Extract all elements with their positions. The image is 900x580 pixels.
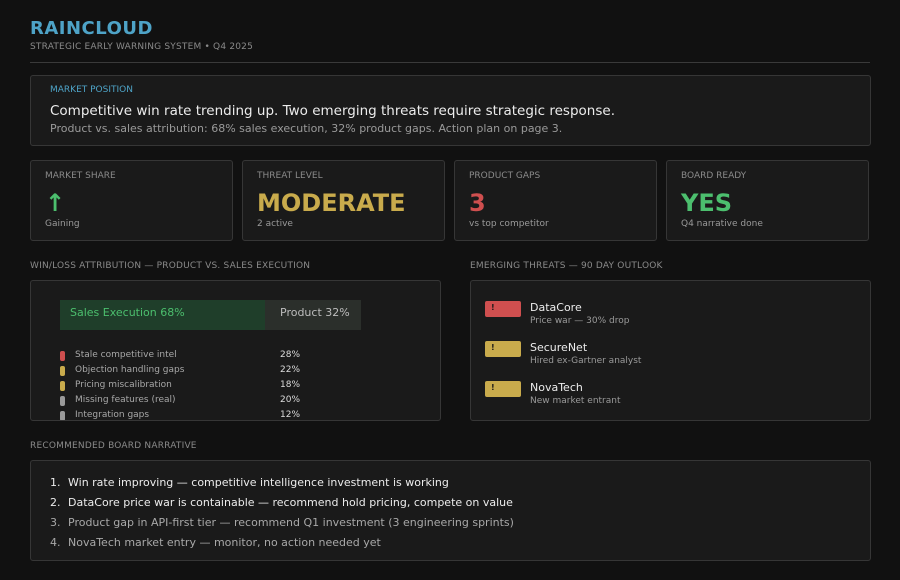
market-position-detail: Product vs. sales attribution: 68% sales… <box>50 122 563 135</box>
threat-name: SecureNet <box>530 341 588 354</box>
attribution-row-pct: 22% <box>280 365 301 375</box>
market-position-headline: Competitive win rate trending up. Two em… <box>50 103 615 119</box>
kpi-label: BOARD READY <box>681 171 747 181</box>
narrative-item: 3. Product gap in API-first tier — recomm… <box>50 516 514 529</box>
attribution-row-pct: 28% <box>280 350 301 360</box>
kpi-label: THREAT LEVEL <box>257 171 323 181</box>
market-position-panel: MARKET POSITION Competitive win rate tre… <box>30 75 871 146</box>
attribution-row-label: Pricing miscalibration <box>75 380 172 390</box>
kpi-card-board-ready: BOARD READY YES Q4 narrative done <box>666 160 869 241</box>
page-subtitle: STRATEGIC EARLY WARNING SYSTEM • Q4 2025 <box>30 42 254 52</box>
alert-badge-icon: ! <box>485 341 521 357</box>
sales-execution-bar: Sales Execution 68% <box>60 300 265 330</box>
kpi-card-product-gaps: PRODUCT GAPS 3 vs top competitor <box>454 160 657 241</box>
attribution-row-label: Integration gaps <box>75 410 150 420</box>
attribution-panel: Sales Execution 68% Product 32% Stale co… <box>30 280 441 421</box>
kpi-caption: vs top competitor <box>469 219 549 229</box>
trend-up-icon: ↑ <box>45 189 66 217</box>
alert-badge-icon: ! <box>485 301 521 317</box>
status-dot-icon <box>60 381 65 391</box>
attribution-row-label: Objection handling gaps <box>75 365 185 375</box>
kpi-caption: 2 active <box>257 219 293 229</box>
threat-description: Price war — 30% drop <box>530 316 630 326</box>
kpi-label: PRODUCT GAPS <box>469 171 541 181</box>
threats-panel: ! DataCore Price war — 30% drop ! Secure… <box>470 280 871 421</box>
threat-name: NovaTech <box>530 381 583 394</box>
narrative-section-label: RECOMMENDED BOARD NARRATIVE <box>30 441 197 451</box>
market-position-label: MARKET POSITION <box>50 85 133 95</box>
kpi-caption: Q4 narrative done <box>681 219 763 229</box>
narrative-item: 2. DataCore price war is containable — re… <box>50 496 513 509</box>
kpi-card-market-share: MARKET SHARE ↑ Gaining <box>30 160 233 241</box>
narrative-item: 1. Win rate improving — competitive intel… <box>50 476 449 489</box>
narrative-panel: 1. Win rate improving — competitive intel… <box>30 460 871 561</box>
kpi-value: 3 <box>469 189 486 217</box>
threat-description: Hired ex-Gartner analyst <box>530 356 642 366</box>
attribution-section-label: WIN/LOSS ATTRIBUTION — PRODUCT VS. SALES… <box>30 261 311 271</box>
attribution-row-pct: 18% <box>280 380 301 390</box>
narrative-text: DataCore price war is containable — reco… <box>68 496 513 509</box>
status-dot-icon <box>60 396 65 406</box>
attribution-row-pct: 20% <box>280 395 301 405</box>
status-dot-icon <box>60 351 65 361</box>
kpi-label: MARKET SHARE <box>45 171 116 181</box>
narrative-text: Win rate improving — competitive intelli… <box>68 476 449 489</box>
header-divider <box>30 62 870 63</box>
narrative-item: 4. NovaTech market entry — monitor, no ac… <box>50 536 381 549</box>
threat-description: New market entrant <box>530 396 621 406</box>
narrative-text: Product gap in API-first tier — recommen… <box>68 516 514 529</box>
kpi-value: YES <box>681 189 733 217</box>
attribution-row-pct: 12% <box>280 410 301 420</box>
narrative-text: NovaTech market entry — monitor, no acti… <box>68 536 381 549</box>
narrative-number: 3. <box>50 516 61 529</box>
attribution-row-label: Stale competitive intel <box>75 350 177 360</box>
narrative-number: 4. <box>50 536 61 549</box>
product-bar: Product 32% <box>265 300 361 330</box>
kpi-value: MODERATE <box>257 189 406 217</box>
kpi-caption: Gaining <box>45 219 80 229</box>
threat-name: DataCore <box>530 301 582 314</box>
status-dot-icon <box>60 411 65 420</box>
alert-badge-icon: ! <box>485 381 521 397</box>
narrative-number: 1. <box>50 476 61 489</box>
brand-title: RAINCLOUD <box>30 18 153 39</box>
status-dot-icon <box>60 366 65 376</box>
threats-section-label: EMERGING THREATS — 90 DAY OUTLOOK <box>470 261 663 271</box>
kpi-card-threat-level: THREAT LEVEL MODERATE 2 active <box>242 160 445 241</box>
attribution-row-label: Missing features (real) <box>75 395 176 405</box>
narrative-number: 2. <box>50 496 61 509</box>
